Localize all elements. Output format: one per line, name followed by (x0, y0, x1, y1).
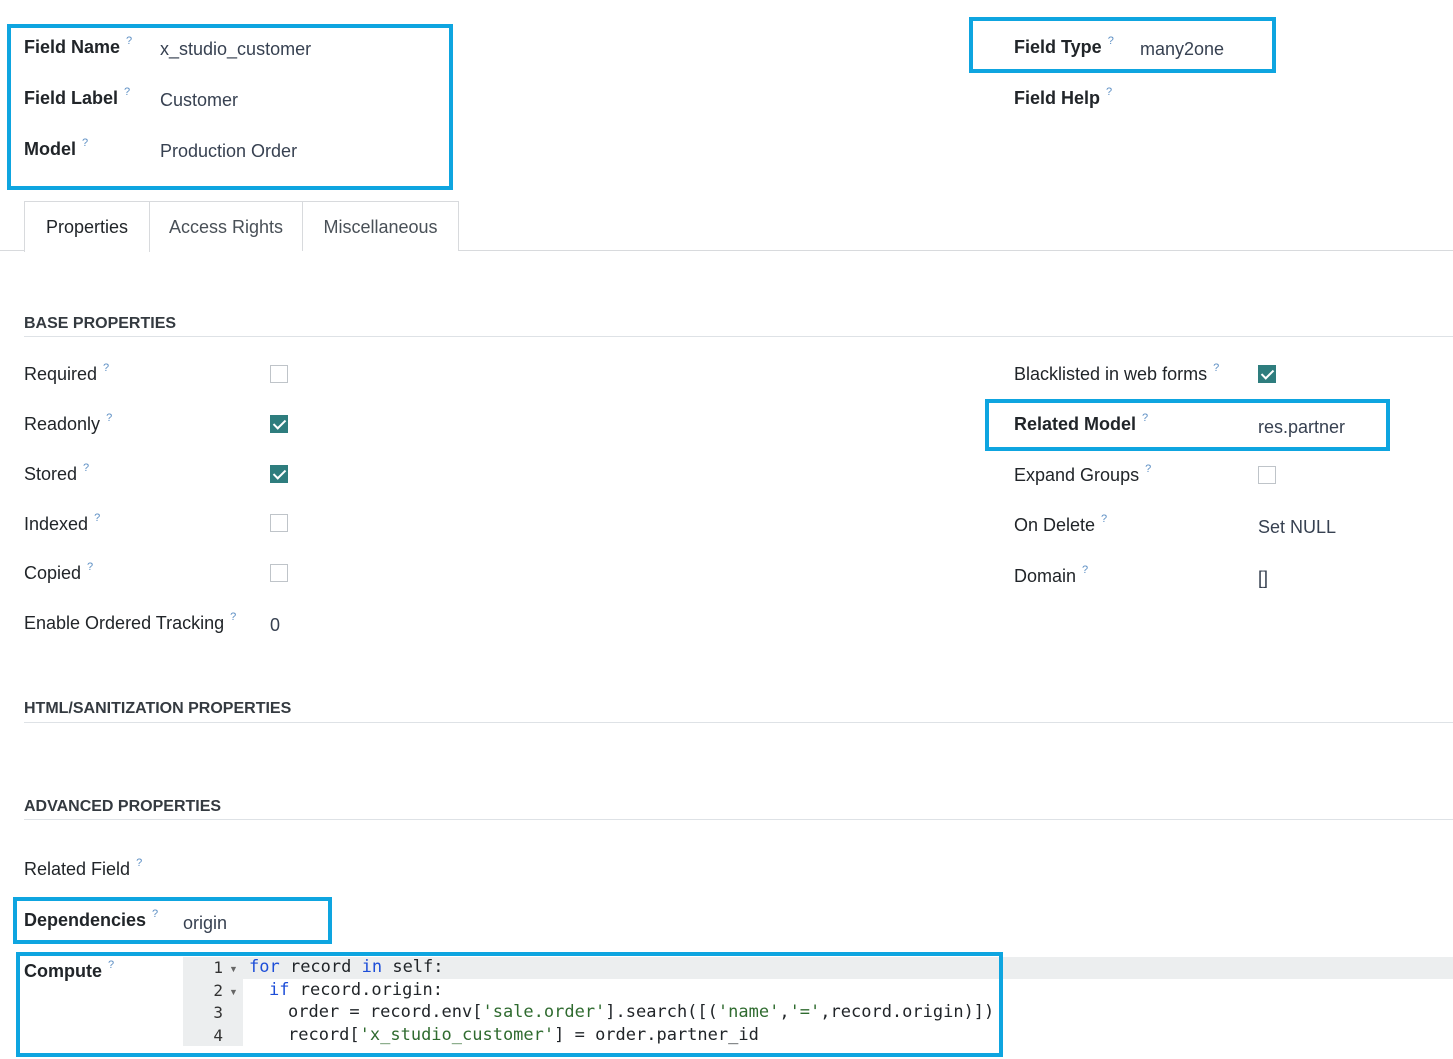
help-icon[interactable]: ? (1082, 564, 1088, 576)
section-title-base: BASE PROPERTIES (24, 315, 177, 332)
highlight-box (7, 24, 453, 190)
copied-checkbox[interactable] (270, 564, 288, 582)
highlight-box (969, 17, 1276, 73)
highlight-box (16, 952, 1003, 1057)
help-icon[interactable]: ? (136, 857, 142, 869)
on-delete-value[interactable]: Set NULL (1258, 517, 1336, 538)
help-icon[interactable]: ? (83, 462, 89, 474)
help-icon[interactable]: ? (1101, 513, 1107, 525)
section-divider (24, 722, 1453, 723)
required-checkbox[interactable] (270, 365, 288, 383)
help-icon[interactable]: ? (87, 561, 93, 573)
help-icon[interactable]: ? (1145, 463, 1151, 475)
tab-access-rights[interactable]: Access Rights (149, 201, 303, 251)
expand-groups-checkbox[interactable] (1258, 466, 1276, 484)
stored-checkbox[interactable] (270, 465, 288, 483)
domain-label: Domain? (1014, 564, 1089, 586)
related-field-label: Related Field? (24, 857, 143, 879)
stored-label: Stored? (24, 462, 90, 484)
section-divider (24, 819, 1453, 820)
tab-miscellaneous[interactable]: Miscellaneous (302, 201, 459, 251)
tab-properties[interactable]: Properties (24, 201, 150, 252)
readonly-checkbox[interactable] (270, 415, 288, 433)
blacklisted-checkbox[interactable] (1258, 365, 1276, 383)
required-label: Required? (24, 362, 110, 384)
help-icon[interactable]: ? (106, 412, 112, 424)
domain-value[interactable]: [] (1258, 568, 1268, 589)
expand-groups-label: Expand Groups? (1014, 463, 1152, 485)
help-icon[interactable]: ? (230, 611, 236, 623)
section-title-html: HTML/SANITIZATION PROPERTIES (24, 700, 292, 717)
tracking-value[interactable]: 0 (270, 615, 280, 636)
help-icon[interactable]: ? (1106, 86, 1112, 98)
on-delete-label: On Delete? (1014, 513, 1108, 535)
highlight-box (985, 399, 1390, 451)
copied-label: Copied? (24, 561, 94, 583)
indexed-checkbox[interactable] (270, 514, 288, 532)
help-icon[interactable]: ? (94, 512, 100, 524)
blacklisted-label: Blacklisted in web forms? (1014, 362, 1220, 384)
help-icon[interactable]: ? (103, 362, 109, 374)
tracking-label: Enable Ordered Tracking? (24, 611, 237, 633)
help-icon[interactable]: ? (1213, 362, 1219, 374)
readonly-label: Readonly? (24, 412, 113, 434)
section-divider (24, 336, 1453, 337)
highlight-box (13, 897, 332, 944)
section-title-advanced: ADVANCED PROPERTIES (24, 798, 222, 815)
indexed-label: Indexed? (24, 512, 101, 534)
field-help-label: Field Help? (1014, 86, 1113, 108)
